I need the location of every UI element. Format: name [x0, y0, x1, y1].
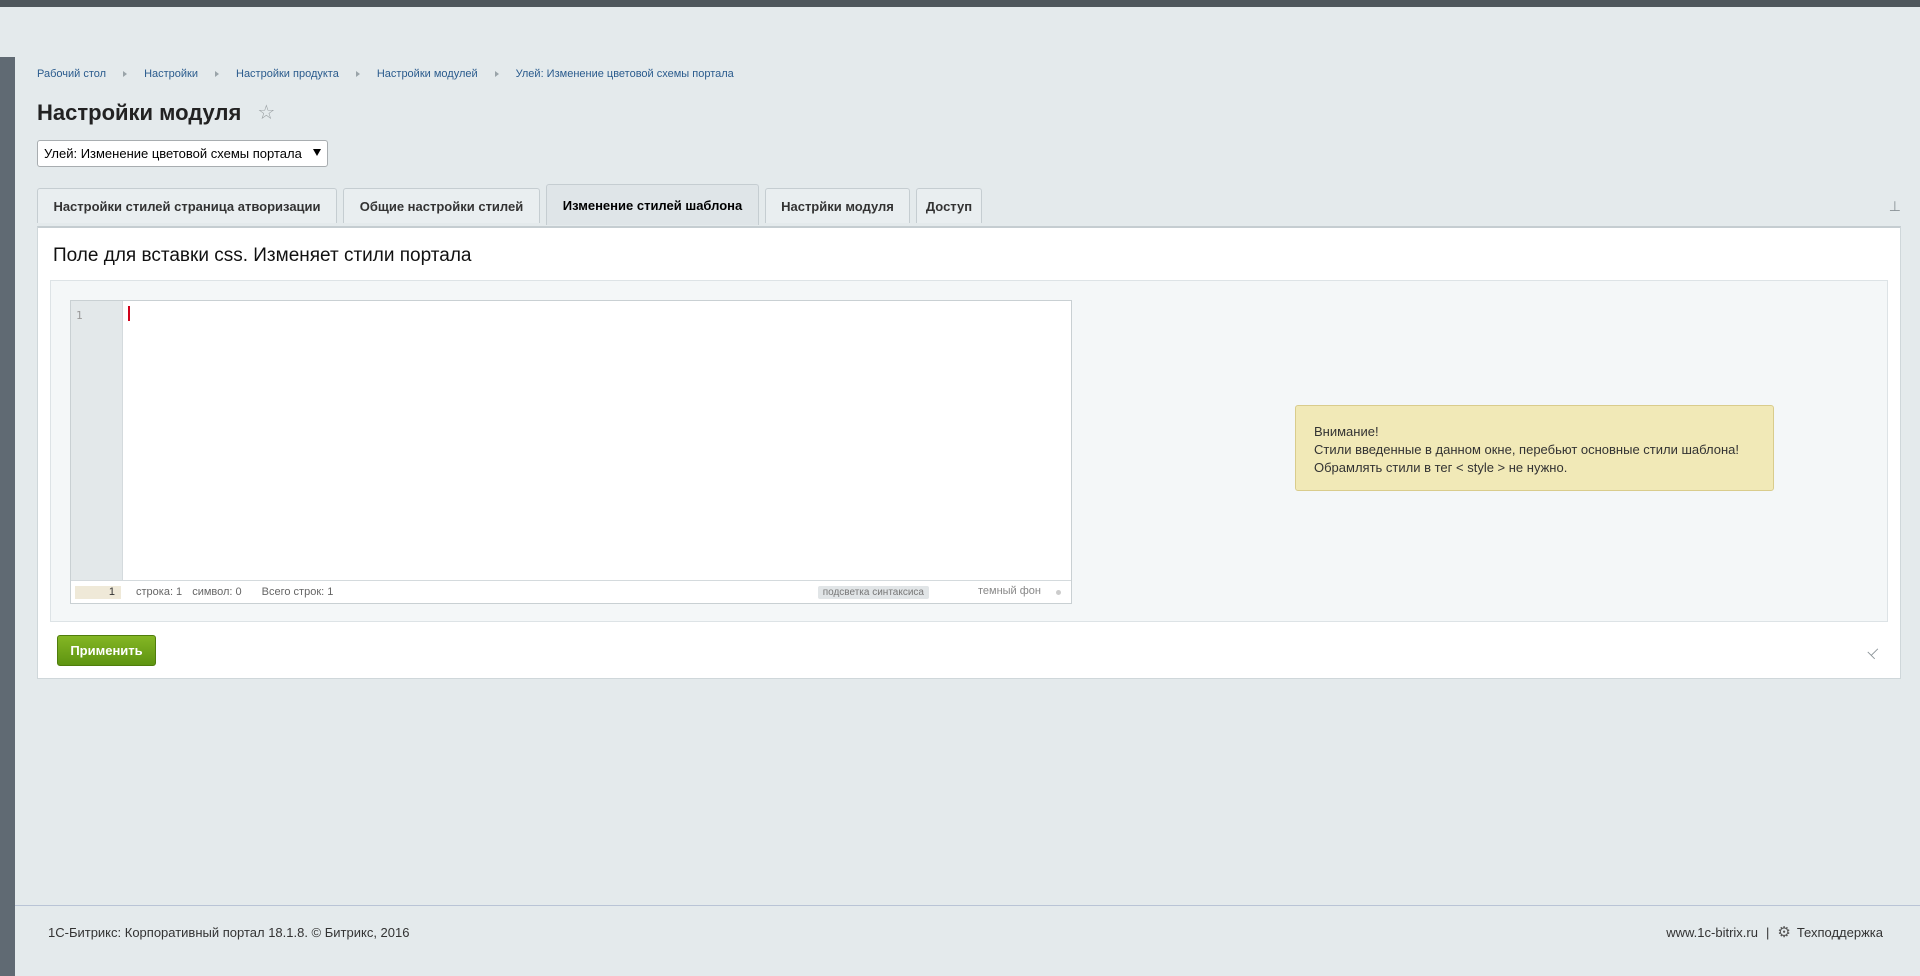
breadcrumb-separator-icon [355, 71, 360, 77]
module-select-value: Улей: Изменение цветовой схемы портала [44, 146, 302, 161]
panel-heading: Поле для вставки css. Изменяет стили пор… [53, 245, 472, 266]
css-editor[interactable]: 1 1 строка: 1 символ: 0 Всего строк: 1 п… [70, 300, 1072, 604]
module-select[interactable]: Улей: Изменение цветовой схемы портала [37, 140, 328, 167]
tab-auth-page-styles[interactable]: Настройки стилей страница атворизации [37, 188, 337, 223]
footer-support-link[interactable]: Техподдержка [1797, 925, 1883, 940]
editor-area: 1 1 строка: 1 символ: 0 Всего строк: 1 п… [50, 280, 1888, 622]
line-number: 1 [76, 309, 83, 322]
breadcrumb: Рабочий стол Настройки Настройки продукт… [37, 66, 1901, 82]
editor-status-bar: 1 строка: 1 символ: 0 Всего строк: 1 под… [71, 580, 1071, 603]
footer-site-link[interactable]: www.1c-bitrix.ru [1666, 925, 1758, 940]
dark-background-toggle[interactable]: темный фон [978, 585, 1041, 597]
breadcrumb-current-module[interactable]: Улей: Изменение цветовой схемы портала [516, 68, 734, 80]
main-content: Рабочий стол Настройки Настройки продукт… [37, 66, 1901, 679]
title-row: Настройки модуля ☆ [37, 98, 1901, 128]
gear-icon: ⚙ [1777, 924, 1791, 941]
total-lines-status: Всего строк: 1 [261, 586, 334, 598]
pin-icon[interactable]: ⊥ [1889, 198, 1901, 215]
text-cursor [128, 306, 130, 321]
breadcrumb-module-settings[interactable]: Настройки модулей [377, 68, 478, 80]
cursor-line-status: строка: 1 [136, 586, 183, 598]
footer: 1С-Битрикс: Корпоративный портал 18.1.8.… [48, 925, 1883, 941]
top-bar [0, 0, 1920, 7]
tab-general-styles[interactable]: Общие настройки стилей [343, 188, 540, 223]
warning-notice: Внимание! Стили введенные в данном окне,… [1295, 405, 1774, 491]
tab-template-styles[interactable]: Изменение стилей шаблона [546, 184, 759, 225]
tab-module-settings[interactable]: Настрйки модуля [765, 188, 910, 223]
breadcrumb-separator-icon [215, 71, 219, 77]
breadcrumb-product-settings[interactable]: Настройки продукта [236, 68, 339, 80]
tab-access[interactable]: Доступ [916, 188, 982, 223]
left-sidebar-strip [0, 57, 15, 976]
notice-title: Внимание! [1314, 424, 1379, 439]
notice-text-1: Стили введенные в данном окне, перебьют … [1314, 442, 1739, 457]
cursor-char-status: символ: 0 [192, 586, 242, 598]
footer-divider-char: | [1765, 925, 1770, 940]
line-gutter: 1 [71, 301, 123, 580]
settings-panel: Поле для вставки css. Изменяет стили пор… [37, 226, 1901, 679]
pin-icon[interactable]: ⊥ [1864, 642, 1884, 663]
toggle-dot-icon[interactable] [1056, 590, 1061, 595]
footer-links: www.1c-bitrix.ru | ⚙ Техподдержка [1666, 925, 1883, 940]
tab-bar: Настройки стилей страница атворизации Об… [37, 184, 1901, 225]
syntax-highlight-toggle[interactable]: подсветка синтаксиса [817, 586, 929, 599]
breadcrumb-desktop[interactable]: Рабочий стол [37, 68, 106, 80]
chevron-down-icon [313, 149, 321, 156]
breadcrumb-separator-icon [123, 71, 128, 77]
notice-text-2: Обрамлять стили в тег < style > не нужно… [1314, 460, 1568, 475]
footer-copyright: 1С-Битрикс: Корпоративный портал 18.1.8.… [48, 925, 410, 940]
star-icon[interactable]: ☆ [257, 103, 275, 123]
footer-divider [15, 905, 1920, 906]
breadcrumb-settings[interactable]: Настройки [144, 68, 198, 80]
breadcrumb-separator-icon [494, 71, 499, 77]
goto-line-input[interactable]: 1 [75, 585, 121, 599]
page-title: Настройки модуля [37, 100, 242, 125]
apply-button[interactable]: Применить [57, 635, 156, 666]
